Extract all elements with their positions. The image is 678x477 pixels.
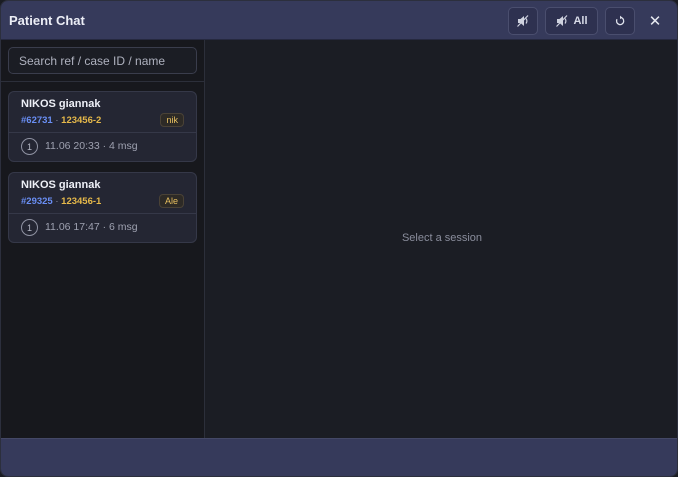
message-count-badge: 1	[21, 219, 38, 236]
chat-panel: Select a session	[205, 40, 677, 438]
session-meta: 11.06 20:33 · 4 msg	[45, 140, 138, 152]
patient-name: NIKOS giannak	[21, 98, 101, 110]
session-sidebar: NIKOS giannak #62731 · 123456-2 nik 1 11…	[1, 40, 205, 438]
window-title: Patient Chat	[9, 13, 85, 28]
card-divider	[9, 213, 196, 214]
title-bar: Patient Chat All ✕	[1, 1, 677, 40]
session-meta: 11.06 17:47 · 6 msg	[45, 221, 138, 233]
patient-chat-window: Patient Chat All ✕ Search ref / case ID …	[0, 0, 678, 477]
notify-toggle-button[interactable]	[508, 7, 538, 35]
refresh-icon	[614, 15, 626, 27]
session-ref: #29325	[21, 196, 53, 207]
agent-badge: nik	[160, 113, 184, 127]
message-count-badge: 1	[21, 138, 38, 155]
session-ids: #29325 · 123456-1	[21, 196, 101, 207]
session-card[interactable]: NIKOS giannak #62731 · 123456-2 nik 1 11…	[8, 91, 197, 162]
session-card[interactable]: NIKOS giannak #29325 · 123456-1 Ale 1 11…	[8, 172, 197, 243]
refresh-button[interactable]	[605, 7, 635, 35]
search-bar	[1, 40, 204, 82]
session-ids: #62731 · 123456-2	[21, 115, 101, 126]
session-ref: #62731	[21, 115, 53, 126]
notify-all-button[interactable]: All	[545, 7, 598, 35]
id-separator: ·	[55, 196, 59, 207]
id-separator: ·	[55, 115, 59, 126]
case-id: 123456-2	[61, 115, 102, 126]
speaker-icon	[555, 14, 569, 28]
notify-all-label: All	[573, 15, 588, 27]
empty-state-text: Select a session	[401, 232, 483, 244]
agent-badge: Ale	[158, 194, 184, 208]
case-id: 123456-1	[61, 196, 102, 207]
footer-bar	[1, 438, 677, 476]
speaker-icon	[516, 14, 530, 28]
search-input[interactable]	[8, 47, 197, 74]
card-divider	[9, 132, 196, 133]
patient-name: NIKOS giannak	[21, 179, 101, 191]
close-button[interactable]: ✕	[642, 7, 668, 35]
close-icon: ✕	[648, 13, 662, 30]
